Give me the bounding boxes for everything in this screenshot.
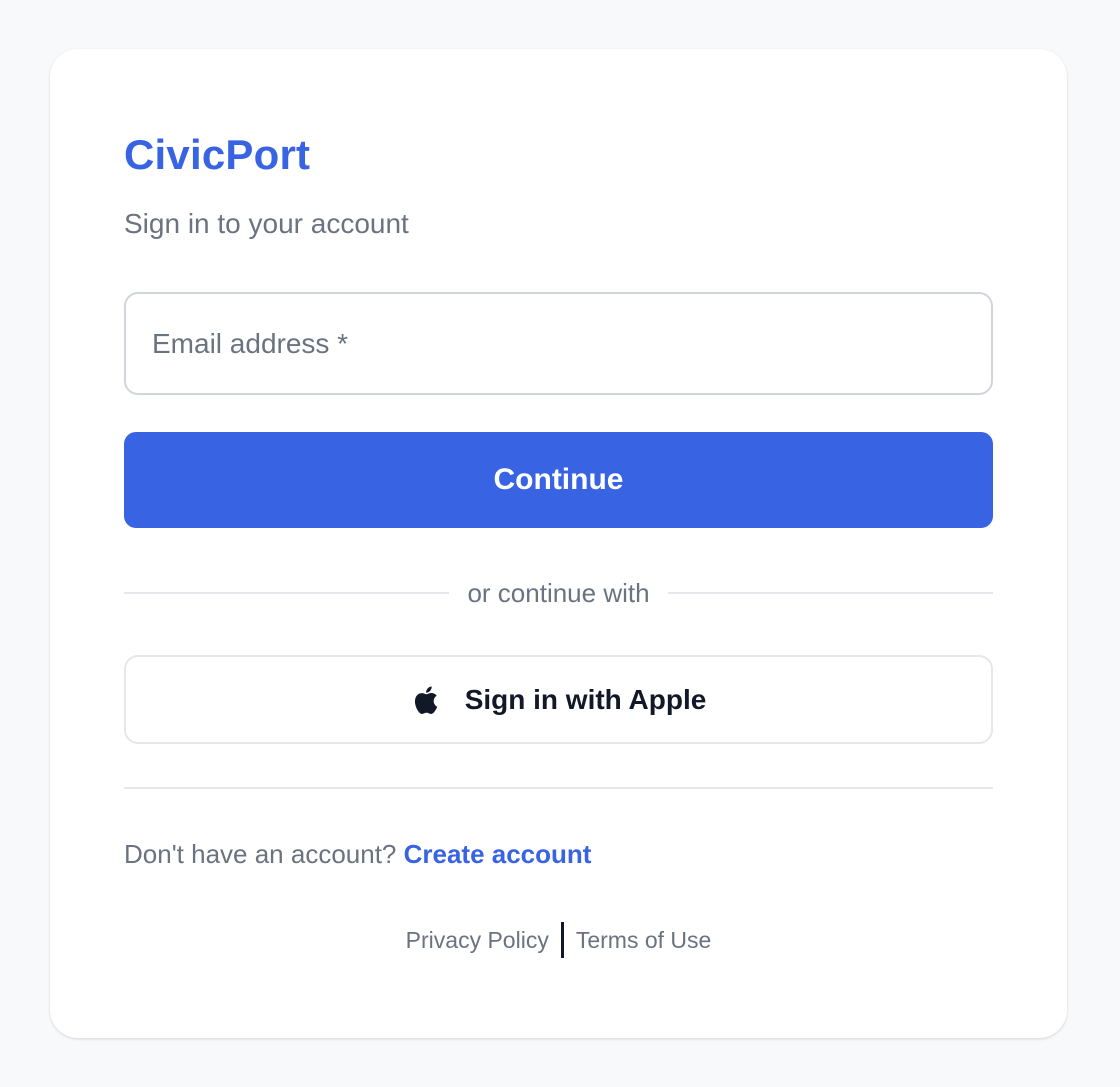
footer-separator (560, 922, 564, 958)
continue-button[interactable]: Continue (124, 432, 993, 528)
apple-button-label: Sign in with Apple (464, 683, 707, 715)
or-divider: or continue with (124, 573, 994, 613)
section-divider (124, 787, 993, 789)
email-input[interactable] (126, 294, 991, 393)
privacy-policy-link[interactable]: Privacy Policy (406, 927, 549, 954)
divider-line-right (667, 592, 994, 594)
divider-line-left (124, 592, 450, 594)
sign-in-with-apple-button[interactable]: Sign in with Apple (124, 655, 993, 744)
divider-text: or continue with (467, 577, 650, 608)
apple-icon (414, 685, 437, 714)
brand-logo-text: CivicPort (124, 131, 311, 178)
email-field-container (124, 292, 993, 395)
footer-links: Privacy Policy Terms of Use (124, 922, 993, 958)
signin-card: CivicPort Sign in to your account Contin… (50, 49, 1067, 1038)
terms-of-use-link[interactable]: Terms of Use (576, 927, 711, 954)
page-subtitle: Sign in to your account (124, 208, 409, 239)
signup-prompt-row: Don't have an account? Create account (124, 837, 591, 871)
create-account-link[interactable]: Create account (404, 839, 592, 869)
signup-prompt-text: Don't have an account? (124, 839, 404, 869)
